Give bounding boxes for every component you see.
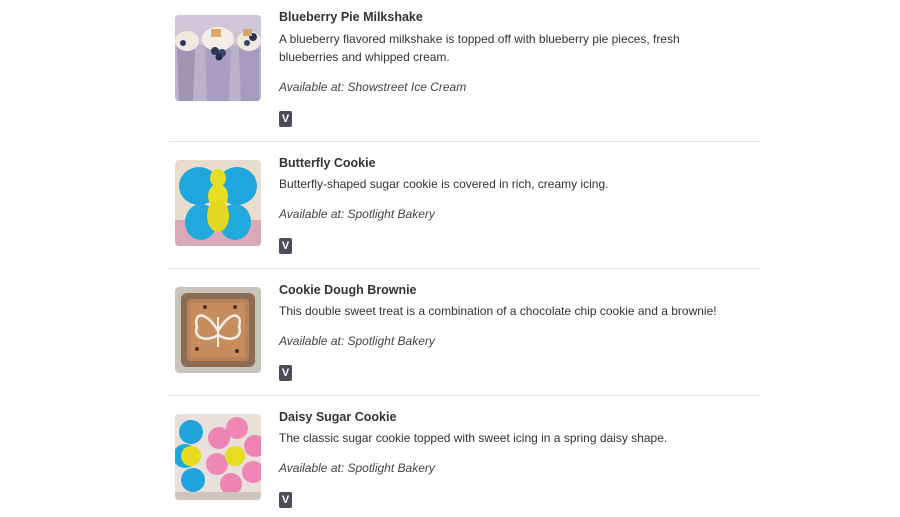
menu-item-title: Blueberry Pie Milkshake (279, 10, 423, 24)
menu-item-availability: Available at: Showstreet Ice Cream (279, 80, 467, 94)
vegetarian-badge-icon: V (279, 492, 292, 508)
menu-item-availability: Available at: Spotlight Bakery (279, 334, 435, 348)
milkshake-photo (175, 15, 261, 101)
menu-item-title: Butterfly Cookie (279, 156, 376, 170)
menu-item-image (175, 414, 261, 500)
menu-item: Daisy Sugar Cookie The classic sugar coo… (169, 396, 760, 517)
vegetarian-badge-icon: V (279, 111, 292, 127)
menu-item-title: Cookie Dough Brownie (279, 283, 417, 297)
menu-item-image (175, 160, 261, 246)
menu-item-title: Daisy Sugar Cookie (279, 410, 397, 424)
menu-item-description: Butterfly-shaped sugar cookie is covered… (279, 177, 609, 191)
vegetarian-badge-icon: V (279, 365, 292, 381)
daisy-cookie-photo (175, 414, 261, 500)
menu-item-description: This double sweet treat is a combination… (279, 304, 717, 318)
menu-item: Butterfly Cookie Butterfly-shaped sugar … (169, 142, 760, 269)
menu-item: Blueberry Pie Milkshake A blueberry flav… (169, 0, 760, 142)
menu-item-image (175, 15, 261, 101)
menu-item-list: Blueberry Pie Milkshake A blueberry flav… (169, 0, 760, 517)
brownie-photo (175, 287, 261, 373)
menu-item-image (175, 287, 261, 373)
menu-item-description: A blueberry flavored milkshake is topped… (279, 32, 680, 64)
menu-item-availability: Available at: Spotlight Bakery (279, 461, 435, 475)
menu-item-availability: Available at: Spotlight Bakery (279, 207, 435, 221)
menu-item: Cookie Dough Brownie This double sweet t… (169, 269, 760, 396)
butterfly-cookie-photo (175, 160, 261, 246)
vegetarian-badge-icon: V (279, 238, 292, 254)
menu-item-description: The classic sugar cookie topped with swe… (279, 431, 668, 445)
